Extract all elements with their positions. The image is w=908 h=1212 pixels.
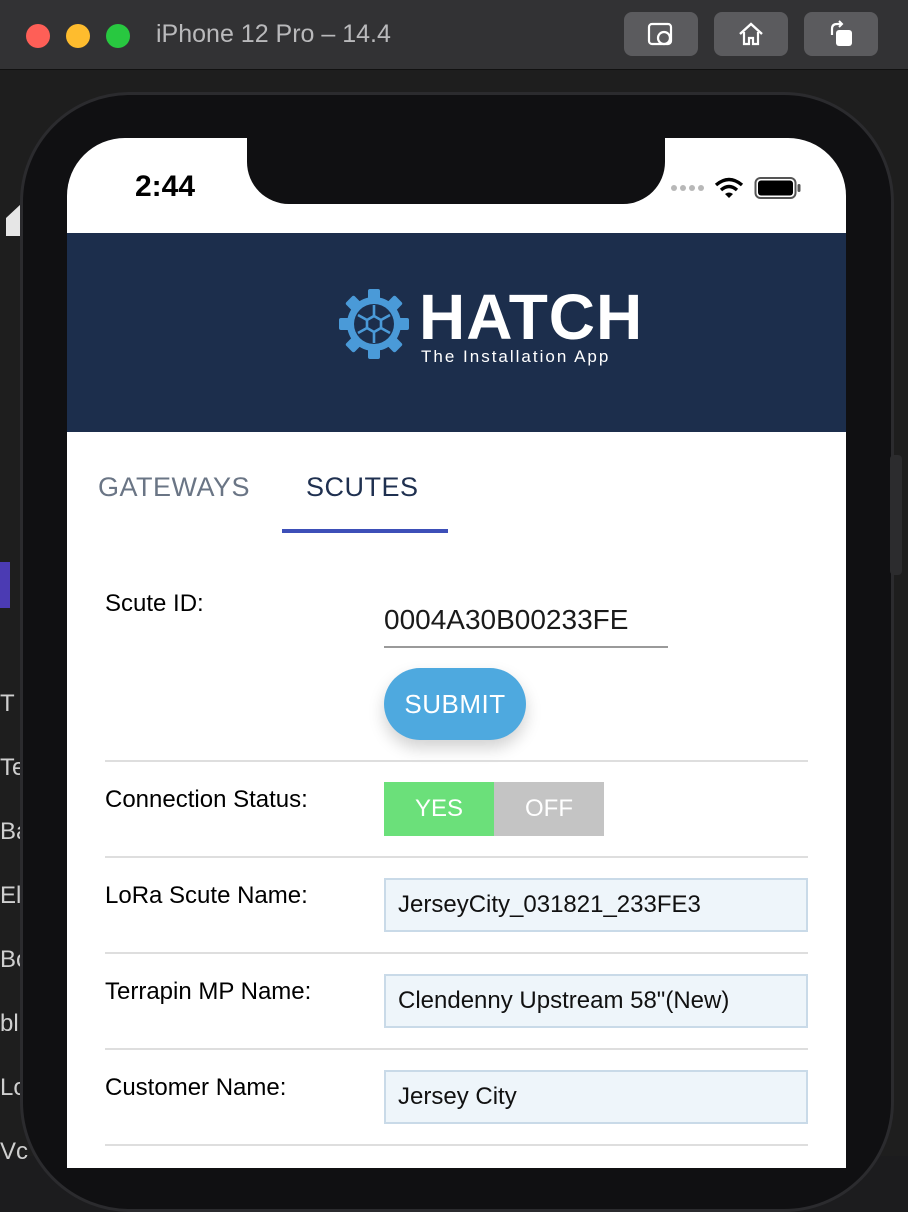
customer-name-field[interactable] xyxy=(384,1070,808,1124)
connection-status-toggle[interactable]: YES OFF xyxy=(384,782,604,836)
terrapin-mp-name-label: Terrapin MP Name: xyxy=(105,978,312,1005)
tab-gateways[interactable]: GATEWAYS xyxy=(98,472,250,503)
screenshot-button[interactable] xyxy=(624,12,698,56)
terrapin-mp-name-field[interactable] xyxy=(384,974,808,1028)
xcode-sidebar-text: El xyxy=(0,882,22,909)
battery-icon xyxy=(754,177,801,199)
app-screen: 2:44 HATCH The Installation App GATEWAYS… xyxy=(67,138,846,1168)
connection-status-label: Connection Status: xyxy=(105,786,308,813)
close-window-button[interactable] xyxy=(26,24,50,48)
rotate-button[interactable] xyxy=(804,12,878,56)
customer-name-label: Customer Name: xyxy=(105,1074,287,1101)
hatch-logo: HATCH The Installation App xyxy=(337,281,644,367)
active-tab-indicator xyxy=(282,529,448,533)
status-indicators xyxy=(671,176,802,200)
scute-id-label: Scute ID: xyxy=(105,590,204,617)
cellular-signal-icon xyxy=(671,185,704,191)
lora-scute-name-field[interactable] xyxy=(384,878,808,932)
divider xyxy=(105,760,808,762)
logo-title: HATCH xyxy=(419,281,644,353)
simulator-titlebar: iPhone 12 Pro – 14.4 xyxy=(0,0,908,70)
gear-hexagon-icon xyxy=(339,289,409,359)
toggle-yes-option[interactable]: YES xyxy=(384,782,494,836)
rotate-icon xyxy=(830,20,852,46)
notch xyxy=(247,138,665,204)
scute-id-input[interactable] xyxy=(384,594,668,648)
lora-scute-name-label: LoRa Scute Name: xyxy=(105,882,308,909)
minimize-window-button[interactable] xyxy=(66,24,90,48)
wifi-icon xyxy=(714,177,744,198)
simulator-title: iPhone 12 Pro – 14.4 xyxy=(156,20,391,48)
xcode-selection-strip xyxy=(0,562,10,608)
tab-scutes[interactable]: SCUTES xyxy=(306,472,419,503)
zoom-window-button[interactable] xyxy=(106,24,130,48)
status-time: 2:44 xyxy=(135,170,196,203)
home-button[interactable] xyxy=(714,12,788,56)
xcode-sidebar-text: Vc xyxy=(0,1138,29,1165)
divider xyxy=(105,952,808,954)
xcode-sidebar-text: T xyxy=(0,690,15,717)
toggle-off-option[interactable]: OFF xyxy=(494,782,604,836)
xcode-sidebar-text: bl xyxy=(0,1010,19,1037)
app-header: HATCH The Installation App xyxy=(67,233,846,432)
tab-bar: GATEWAYS SCUTES xyxy=(67,432,846,542)
divider xyxy=(105,1048,808,1050)
logo-subtitle: The Installation App xyxy=(421,347,611,366)
screenshot-icon xyxy=(647,22,673,46)
submit-button[interactable]: SUBMIT xyxy=(384,668,526,740)
home-icon xyxy=(739,22,763,46)
divider xyxy=(105,856,808,858)
divider xyxy=(105,1144,808,1146)
side-button xyxy=(890,455,902,575)
